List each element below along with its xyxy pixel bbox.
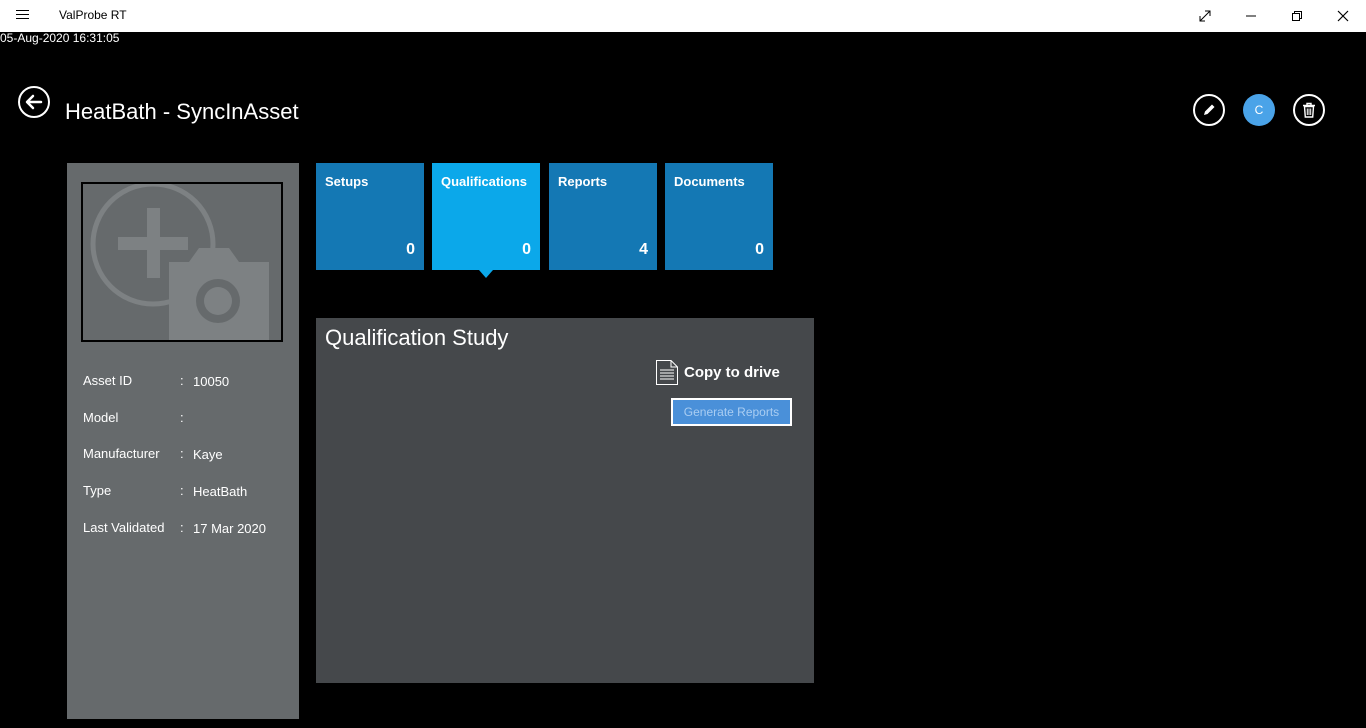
tile-label: Reports xyxy=(558,174,608,189)
restore-icon[interactable] xyxy=(1274,0,1320,32)
user-avatar-button[interactable]: C xyxy=(1243,94,1275,126)
last-validated-value: 17 Mar 2020 xyxy=(193,521,266,536)
model-label: Model xyxy=(83,410,119,425)
menu-icon[interactable] xyxy=(16,9,30,21)
asset-id-value: 10050 xyxy=(193,374,230,389)
maximize-icon[interactable] xyxy=(1182,0,1228,32)
title-bar: ValProbe RT xyxy=(0,0,1366,32)
study-title: Qualification Study xyxy=(325,325,509,350)
selection-pointer xyxy=(479,270,493,278)
document-icon xyxy=(656,359,678,385)
qualification-study-panel: Qualification Study Copy to drive Genera… xyxy=(316,318,814,683)
type-value: HeatBath xyxy=(193,484,248,499)
manufacturer-row: Manufacturer : Kaye xyxy=(83,446,293,464)
asset-id-row: Asset ID : 10050 xyxy=(83,373,293,391)
copy-to-drive-label: Copy to drive xyxy=(684,363,780,381)
separator: : xyxy=(180,410,184,425)
minimize-icon[interactable] xyxy=(1228,0,1274,32)
tile-count: 0 xyxy=(406,241,415,258)
separator: : xyxy=(180,520,184,535)
tile-label: Setups xyxy=(325,174,369,189)
tile-count: 0 xyxy=(755,241,764,258)
asset-photo-placeholder[interactable] xyxy=(81,182,283,342)
pencil-icon xyxy=(1204,104,1215,115)
tile-label: Qualifications xyxy=(441,174,527,189)
trash-icon xyxy=(1303,102,1315,118)
app-title: ValProbe RT xyxy=(59,8,127,22)
edit-button[interactable] xyxy=(1193,94,1225,126)
type-label: Type xyxy=(83,483,112,498)
tile-count: 0 xyxy=(522,241,531,258)
tile-documents[interactable]: Documents 0 xyxy=(665,163,773,270)
page-title: HeatBath - SyncInAsset xyxy=(65,99,299,124)
add-photo-icon xyxy=(90,184,269,340)
back-arrow-icon xyxy=(25,94,43,110)
separator: : xyxy=(180,373,184,388)
copy-to-drive-button[interactable]: Copy to drive xyxy=(655,358,780,386)
separator: : xyxy=(180,483,184,498)
tile-qualifications[interactable]: Qualifications 0 xyxy=(432,163,540,278)
asset-id-label: Asset ID xyxy=(83,373,133,388)
delete-button[interactable] xyxy=(1293,94,1325,126)
tile-count: 4 xyxy=(639,241,648,258)
tile-setups[interactable]: Setups 0 xyxy=(316,163,424,270)
back-button[interactable] xyxy=(18,86,50,118)
timestamp: 05-Aug-2020 16:31:05 xyxy=(0,31,120,45)
manufacturer-label: Manufacturer xyxy=(83,446,160,461)
model-row: Model : xyxy=(83,410,293,428)
close-icon[interactable] xyxy=(1320,0,1366,32)
type-row: Type : HeatBath xyxy=(83,483,293,501)
asset-info-panel: Asset ID : 10050 Model : Manufacturer : … xyxy=(67,163,299,719)
tile-label: Documents xyxy=(674,174,745,189)
last-validated-row: Last Validated : 17 Mar 2020 xyxy=(83,520,293,538)
manufacturer-value: Kaye xyxy=(193,447,223,462)
generate-reports-button[interactable]: Generate Reports xyxy=(671,398,792,426)
last-validated-label: Last Validated xyxy=(83,520,165,535)
tile-reports[interactable]: Reports 4 xyxy=(549,163,657,270)
separator: : xyxy=(180,446,184,461)
